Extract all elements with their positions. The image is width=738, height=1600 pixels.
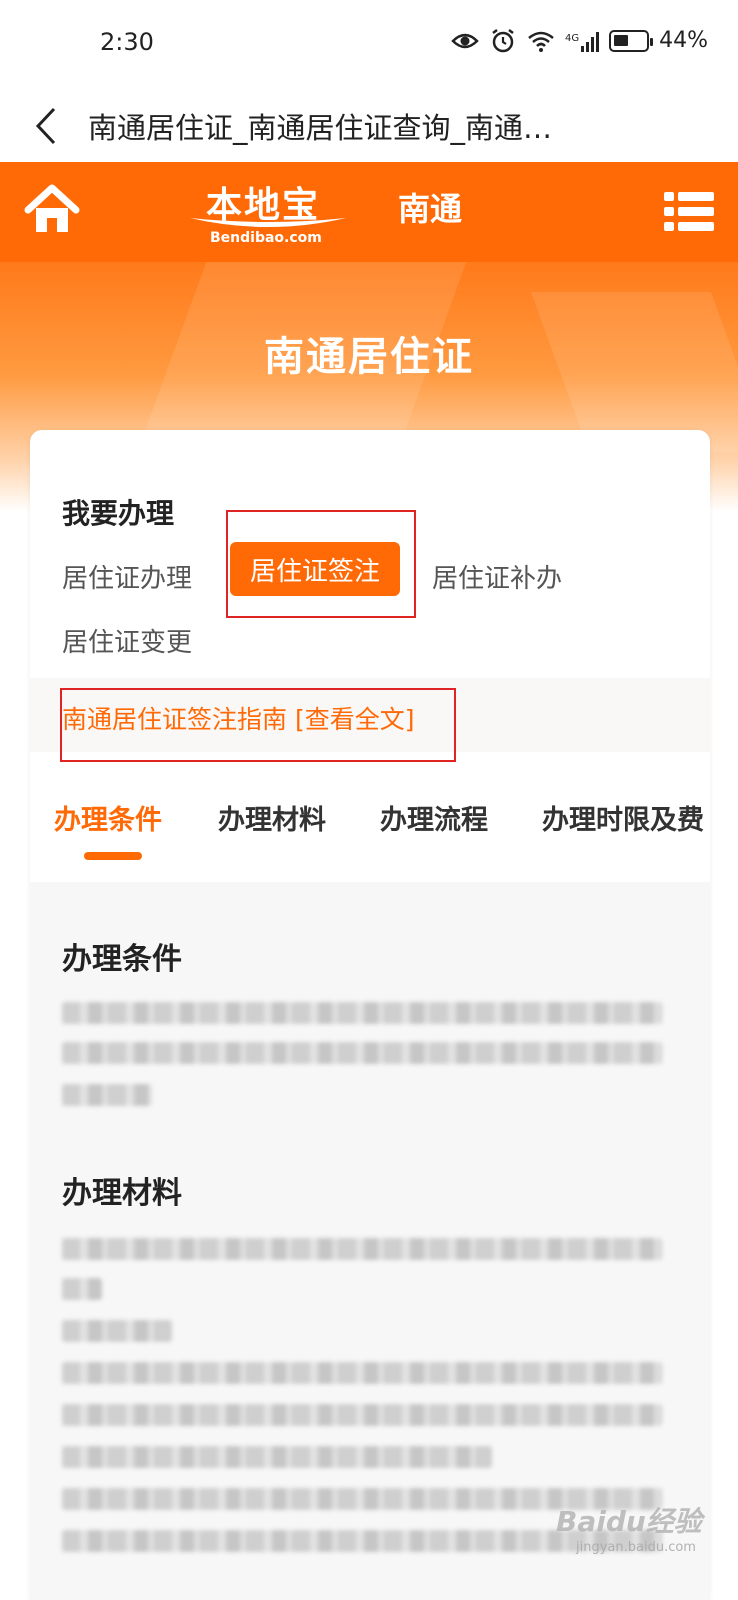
logo-text-en: Bendibao.com — [210, 230, 322, 246]
site-header: 本地宝 Bendibao.com 南通 — [0, 162, 738, 262]
active-tab-indicator — [84, 852, 142, 860]
browser-title-bar: 南通居住证_南通居住证查询_南通… — [0, 90, 738, 162]
tab-conditions[interactable]: 办理条件 — [54, 798, 162, 837]
back-arrow-icon[interactable] — [26, 106, 66, 146]
tab-time-fees[interactable]: 办理时限及费 — [542, 798, 704, 837]
wifi-icon — [527, 29, 555, 53]
content-panel: 办理条件 办理材料 — [30, 882, 710, 1600]
status-bar: 2:30 4G 44% — [0, 0, 738, 90]
bendibao-logo[interactable]: 本地宝 Bendibao.com — [188, 176, 348, 250]
blurred-text-line — [62, 1002, 662, 1024]
city-selector[interactable]: 南通 — [398, 184, 462, 230]
blurred-text-line — [62, 1042, 662, 1064]
alarm-icon — [489, 28, 517, 53]
battery-percent: 44% — [659, 28, 708, 53]
cellular-signal-icon: 4G — [564, 30, 600, 52]
blurred-text-line — [62, 1320, 172, 1342]
status-icons: 4G 44% — [451, 28, 708, 53]
page-title: 南通居住证_南通居住证查询_南通… — [88, 111, 553, 145]
network-type: 4G — [564, 32, 580, 44]
annotation-highlight-box — [226, 510, 416, 618]
tab-materials[interactable]: 办理材料 — [218, 798, 326, 837]
annotation-highlight-box — [60, 688, 456, 762]
blurred-text-line — [62, 1362, 662, 1384]
tab-process[interactable]: 办理流程 — [380, 798, 488, 837]
eye-icon — [451, 29, 479, 53]
section-label: 我要办理 — [62, 497, 175, 530]
option-residence-permit-change[interactable]: 居住证变更 — [62, 622, 192, 659]
blurred-text-line — [62, 1404, 662, 1426]
menu-list-icon[interactable] — [664, 190, 714, 234]
blurred-text-line — [62, 1278, 102, 1300]
tab-bar: 办理条件 办理材料 办理流程 办理时限及费 — [30, 780, 710, 870]
service-card: 我要办理 居住证办理 居住证签注 居住证补办 居住证变更 南通居住证签注指南 [… — [30, 430, 710, 1600]
battery-icon — [609, 29, 654, 52]
status-time: 2:30 — [100, 28, 154, 56]
content-heading-materials: 办理材料 — [62, 1176, 182, 1211]
baidu-watermark: Baidu经验 — [556, 1505, 702, 1538]
blurred-text-line — [62, 1238, 662, 1260]
baidu-watermark-url: jingyan.baidu.com — [576, 1540, 696, 1555]
banner-title: 南通居住证 — [264, 334, 474, 380]
content-heading-conditions: 办理条件 — [62, 942, 182, 977]
blurred-text-line — [62, 1084, 152, 1106]
blurred-text-line — [62, 1446, 492, 1468]
option-residence-permit-reissue[interactable]: 居住证补办 — [432, 558, 562, 595]
option-residence-permit-apply[interactable]: 居住证办理 — [62, 558, 192, 595]
home-icon[interactable] — [24, 184, 80, 236]
